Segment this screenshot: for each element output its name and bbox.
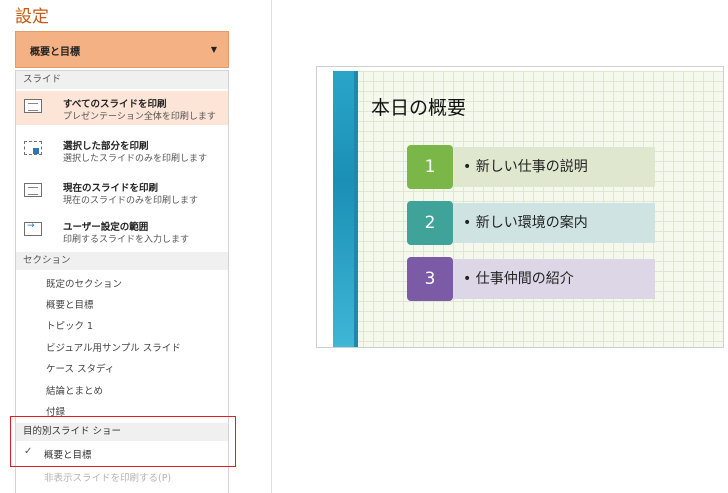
print-hidden-slides-option: 非表示スライドを印刷する(P): [44, 473, 172, 484]
option-title: ユーザー設定の範囲: [63, 222, 149, 233]
option-print-current-slide[interactable]: 現在のスライドを印刷 現在のスライドのみを印刷します: [16, 175, 228, 209]
option-description: 選択したスライドのみを印刷します: [63, 154, 208, 164]
section-item[interactable]: 結論とまとめ: [46, 383, 103, 397]
section-item[interactable]: 既定のセクション: [46, 276, 122, 290]
option-print-selection[interactable]: 選択した部分を印刷 選択したスライドのみを印刷します: [16, 133, 228, 167]
custom-range-icon: [24, 221, 42, 236]
item-text: • 仕事仲間の紹介: [453, 259, 655, 299]
current-slide-icon: [24, 183, 42, 197]
settings-title: 設定: [15, 7, 49, 27]
slide-thumbnail: 本日の概要 1 • 新しい仕事の説明 2 • 新しい環境の案内 3 • 仕事仲間…: [333, 71, 723, 347]
highlight-box: [10, 416, 236, 467]
option-custom-range[interactable]: ユーザー設定の範囲 印刷するスライドを入力します: [16, 214, 228, 248]
option-title: すべてのスライドを印刷: [63, 99, 167, 110]
section-item[interactable]: トピック 1: [46, 318, 93, 332]
option-title: 現在のスライドを印刷: [63, 183, 159, 194]
option-print-all-slides[interactable]: すべてのスライドを印刷 プレゼンテーション全体を印刷します: [16, 91, 228, 125]
slide-list-item: 2 • 新しい環境の案内: [407, 201, 655, 245]
selection-icon: [24, 141, 42, 155]
item-text: • 新しい仕事の説明: [453, 147, 655, 187]
slide-accent-stripe: [333, 71, 358, 347]
option-description: 現在のスライドのみを印刷します: [63, 196, 199, 206]
all-slides-icon: [24, 99, 42, 113]
option-title: 選択した部分を印刷: [63, 141, 149, 152]
print-range-dropdown[interactable]: 概要と目標 ▼: [15, 31, 229, 68]
slide-title: 本日の概要: [371, 97, 467, 119]
panel-divider: [271, 0, 272, 493]
section-item[interactable]: 概要と目標: [46, 297, 94, 311]
item-text: • 新しい環境の案内: [453, 203, 655, 243]
slides-section-header: スライド: [16, 71, 228, 89]
item-number: 1: [407, 145, 453, 189]
option-description: 印刷するスライドを入力します: [63, 235, 190, 245]
slide-list-item: 1 • 新しい仕事の説明: [407, 145, 655, 189]
section-item[interactable]: ケース スタディ: [46, 361, 114, 375]
section-item[interactable]: ビジュアル用サンプル スライド: [46, 340, 181, 354]
dropdown-value: 概要と目標: [30, 47, 80, 58]
slide-list-item: 3 • 仕事仲間の紹介: [407, 257, 655, 301]
item-number: 3: [407, 257, 453, 301]
option-description: プレゼンテーション全体を印刷します: [63, 112, 216, 122]
item-number: 2: [407, 201, 453, 245]
sections-header: セクション: [16, 252, 228, 270]
print-preview: 本日の概要 1 • 新しい仕事の説明 2 • 新しい環境の案内 3 • 仕事仲間…: [316, 66, 724, 348]
chevron-down-icon: ▼: [210, 45, 217, 54]
